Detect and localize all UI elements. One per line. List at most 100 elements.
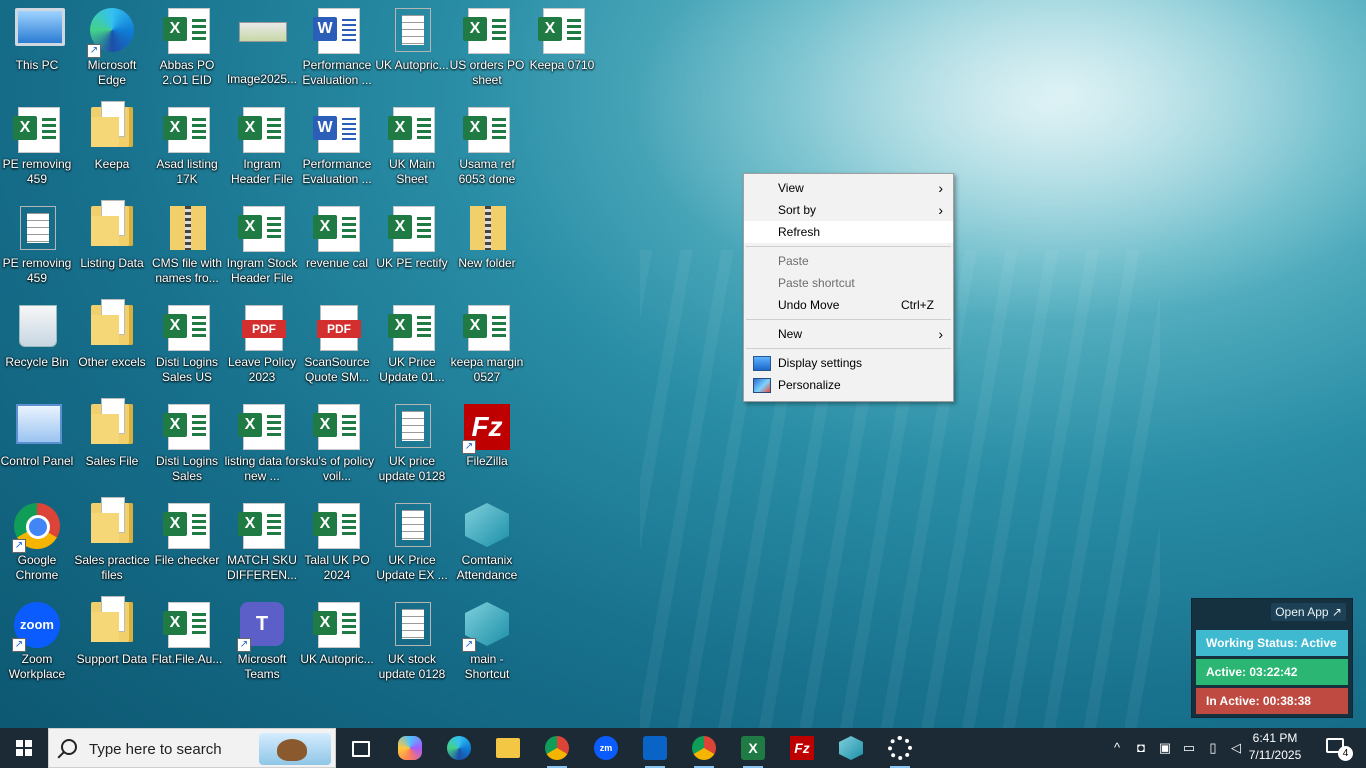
desktop-icon-excel-file[interactable]: X Keepa 0710 — [524, 0, 600, 96]
desktop-icon-pdf-file[interactable]: PDF Leave Policy 2023 — [224, 297, 300, 393]
desktop-icon-main-shortcut[interactable]: ↗ main - Shortcut — [449, 594, 525, 690]
desktop-icon-text-file[interactable]: UK price update 0128 — [374, 396, 450, 492]
desktop-icon-excel-file[interactable]: X Flat.File.Au... — [149, 594, 225, 690]
desktop-icon-excel-file[interactable]: X Ingram Header File — [224, 99, 300, 195]
desktop-icon-control-panel[interactable]: Control Panel — [0, 396, 75, 492]
taskbar-zoom[interactable]: zm — [582, 728, 630, 768]
desktop-icon-microsoft-teams[interactable]: T ↗ Microsoft Teams — [224, 594, 300, 690]
taskbar-edge[interactable] — [435, 728, 483, 768]
excel-file-icon: X — [163, 107, 210, 153]
desktop-icon-excel-file[interactable]: X Usama ref 6053 done — [449, 99, 525, 195]
desktop-icon-google-chrome[interactable]: ↗ Google Chrome — [0, 495, 75, 591]
desktop-icon-excel-file[interactable]: Xlisting data for new ... — [224, 396, 300, 492]
desktop-icon-this-pc[interactable]: This PC — [0, 0, 75, 96]
open-app-button[interactable]: Open App ↗ — [1271, 603, 1346, 621]
desktop-icon-excel-file[interactable]: X PE removing 459 — [0, 99, 75, 195]
desktop-icon-zoom-workplace[interactable]: zoom ↗ Zoom Workplace — [0, 594, 75, 690]
desktop-icon-excel-file[interactable]: X UK PE rectify — [374, 198, 450, 294]
desktop-icon-excel-file[interactable]: X Asad listing 17K — [149, 99, 225, 195]
zip-folder-icon — [470, 206, 506, 250]
desktop-icon-excel-file[interactable]: X MATCH SKU DIFFEREN... — [224, 495, 300, 591]
chevron-up-icon[interactable]: ^ — [1109, 740, 1125, 756]
desktop-icon-folder[interactable]: Support Data — [74, 594, 150, 690]
desktop-icon-folder[interactable]: Other excels — [74, 297, 150, 393]
desktop-icon-filezilla[interactable]: Fz ↗ FileZilla — [449, 396, 525, 492]
menu-item-undo-move[interactable]: Undo Move Ctrl+Z — [744, 294, 953, 316]
excel-file-icon: X — [313, 404, 360, 450]
desktop-icon-folder[interactable]: Sales practice files — [74, 495, 150, 591]
taskbar-chrome[interactable] — [533, 728, 581, 768]
comtanix-icon — [839, 736, 863, 760]
desktop-icon-microsoft-edge[interactable]: ↗ Microsoft Edge — [74, 0, 150, 96]
taskbar-settings[interactable] — [876, 728, 924, 768]
taskbar-copilot[interactable] — [386, 728, 434, 768]
taskbar-clock[interactable]: 6:41 PM 7/11/2025 — [1245, 730, 1305, 764]
notification-count-badge: 4 — [1338, 746, 1353, 761]
menu-item-paste[interactable]: Paste — [744, 250, 953, 272]
menu-item-sort-by[interactable]: Sort by › — [744, 199, 953, 221]
menu-item-display-settings[interactable]: Display settings — [744, 352, 953, 374]
desktop-icon-excel-file[interactable]: Xsku's of policy voil... — [299, 396, 375, 492]
desktop-icon-excel-file[interactable]: X UK Price Update 01... — [374, 297, 450, 393]
desktop-icon-excel-file[interactable]: X Talal UK PO 2024 — [299, 495, 375, 591]
desktop-icon-zip-folder[interactable]: New folder — [449, 198, 525, 294]
taskbar-task-view[interactable] — [336, 728, 384, 768]
desktop-icon-pdf-file[interactable]: PDF ScanSource Quote SM... — [299, 297, 375, 393]
notification-center-button[interactable]: 4 — [1318, 728, 1358, 768]
menu-item-view[interactable]: View › — [744, 177, 953, 199]
shortcut-arrow-icon: ↗ — [12, 539, 26, 553]
taskbar-filezilla[interactable]: Fz — [778, 728, 826, 768]
menu-item-new[interactable]: New › — [744, 323, 953, 345]
desktop-icon-text-file[interactable]: UK stock update 0128 — [374, 594, 450, 690]
volume-muted-icon[interactable]: ◁ — [1228, 740, 1244, 756]
desktop-icon-comtanix-attendance[interactable]: Comtanix Attendance — [449, 495, 525, 591]
computer-icon — [15, 8, 65, 46]
desktop-icon-excel-file[interactable]: Xkeepa margin 0527 — [449, 297, 525, 393]
text-file-icon — [395, 404, 431, 448]
taskbar-outlook[interactable] — [631, 728, 679, 768]
desktop-icon-excel-file[interactable]: X UK Main Sheet — [374, 99, 450, 195]
taskbar-chrome-profile[interactable] — [680, 728, 728, 768]
comtanix-icon — [465, 503, 509, 547]
desktop-icon-folder[interactable]: Sales File — [74, 396, 150, 492]
desktop-icon-excel-file[interactable]: X File checker — [149, 495, 225, 591]
personalize-icon — [753, 378, 771, 393]
desktop-icon-text-file[interactable]: UK Autopric... — [374, 0, 450, 96]
excel-icon: X — [741, 736, 765, 760]
desktop-icon-word-file[interactable]: W Performance Evaluation ... — [299, 99, 375, 195]
desktop-icon-excel-file[interactable]: X UK Autopric... — [299, 594, 375, 690]
excel-file-icon: X — [463, 305, 510, 351]
menu-item-refresh[interactable]: Refresh — [744, 221, 953, 243]
network-icon[interactable]: ▯ — [1205, 740, 1221, 756]
desktop-icon-excel-file[interactable]: X US orders PO sheet — [449, 0, 525, 96]
taskbar-search[interactable] — [48, 728, 336, 768]
start-button[interactable] — [0, 728, 48, 768]
desktop-icon-zip-folder[interactable]: CMS file with names fro... — [149, 198, 225, 294]
desktop-icon-excel-file[interactable]: X Ingram Stock Header File — [224, 198, 300, 294]
folder-icon — [496, 738, 520, 758]
taskbar-file-explorer[interactable] — [484, 728, 532, 768]
taskbar-excel[interactable]: X — [729, 728, 777, 768]
desktop-icon-text-file[interactable]: PE removing 459 — [0, 198, 75, 294]
desktop-icon-image-file[interactable]: Image2025... — [224, 0, 300, 96]
menu-item-personalize[interactable]: Personalize — [744, 374, 953, 396]
screen-share-icon[interactable]: ▣ — [1157, 740, 1173, 756]
camera-icon[interactable]: ◘ — [1133, 740, 1149, 756]
desktop-icon-word-file[interactable]: W Performance Evaluation ... — [299, 0, 375, 96]
desktop-icon-recycle-bin[interactable]: Recycle Bin — [0, 297, 75, 393]
desktop-icon-folder[interactable]: Keepa — [74, 99, 150, 195]
folder-icon — [91, 497, 133, 543]
search-input[interactable] — [87, 737, 251, 761]
excel-file-icon: X — [388, 206, 435, 252]
desktop-icon-excel-file[interactable]: X Disti Logins Sales — [149, 396, 225, 492]
battery-icon[interactable]: ▭ — [1181, 740, 1197, 756]
control-panel-icon — [16, 404, 62, 444]
menu-item-paste-shortcut[interactable]: Paste shortcut — [744, 272, 953, 294]
desktop-icon-excel-file[interactable]: Xrevenue cal — [299, 198, 375, 294]
desktop-icon-text-file[interactable]: UK Price Update EX ... — [374, 495, 450, 591]
desktop-icon-excel-file[interactable]: X Abbas PO 2.O1 EID — [149, 0, 225, 96]
desktop-icon-excel-file[interactable]: X Disti Logins Sales US — [149, 297, 225, 393]
filezilla-icon: Fz — [790, 736, 814, 760]
desktop-icon-folder[interactable]: Listing Data — [74, 198, 150, 294]
taskbar-comtanix[interactable] — [827, 728, 875, 768]
